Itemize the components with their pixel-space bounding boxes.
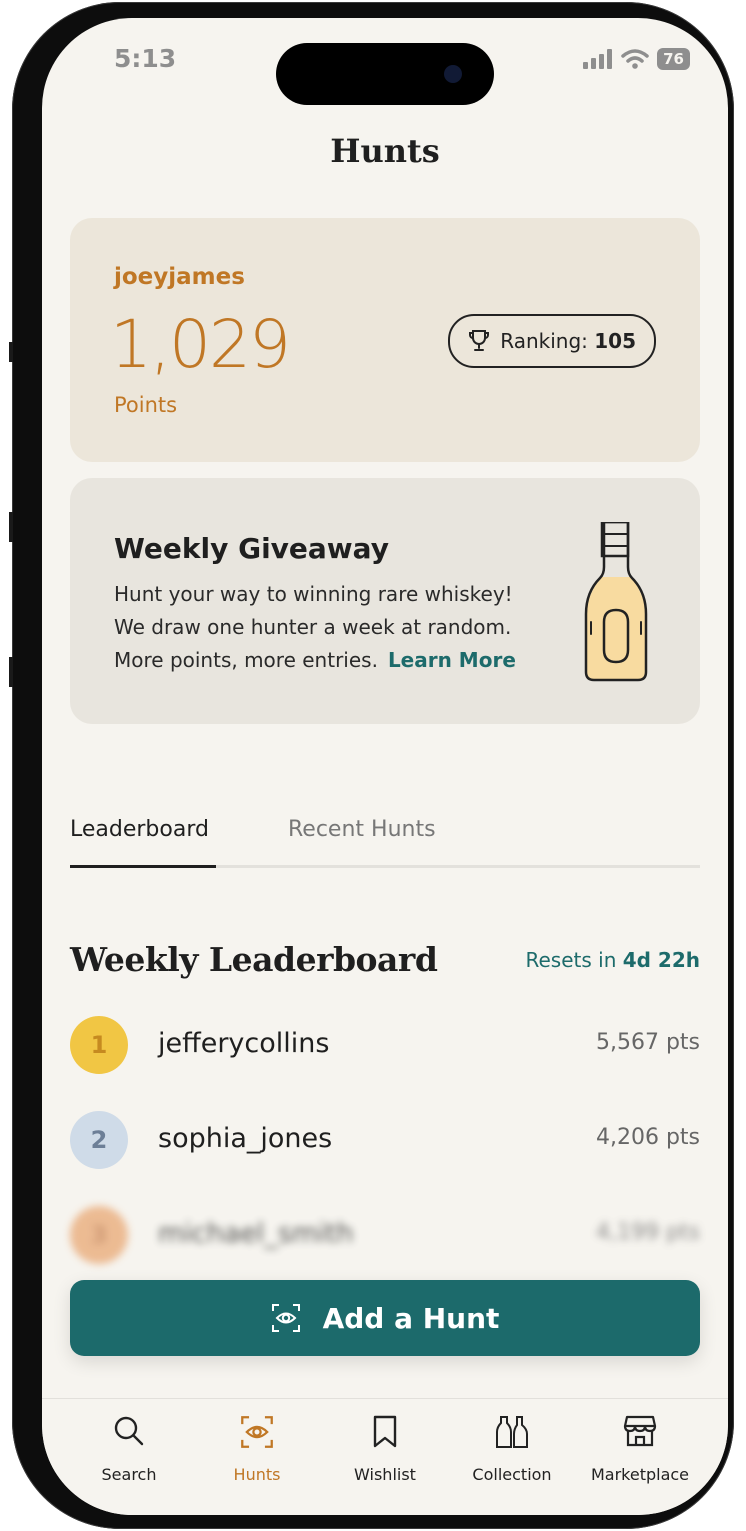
leaderboard-row[interactable]: 1 jefferycollins 5,567 pts bbox=[70, 1016, 700, 1076]
giveaway-card: Weekly Giveaway Hunt your way to winning… bbox=[70, 478, 700, 724]
nav-label: Hunts bbox=[233, 1465, 281, 1484]
rank-badge: 2 bbox=[70, 1111, 128, 1169]
battery-indicator: 76 bbox=[657, 48, 690, 70]
storefront-icon bbox=[623, 1415, 657, 1447]
tab-bar: Leaderboard Recent Hunts bbox=[70, 813, 700, 868]
nav-label: Search bbox=[101, 1465, 157, 1484]
page-title: Hunts bbox=[330, 132, 440, 170]
points-label: Points bbox=[114, 393, 178, 417]
ranking-label: Ranking: bbox=[500, 329, 588, 353]
side-button bbox=[9, 342, 13, 362]
status-icons: 76 bbox=[583, 48, 690, 70]
nav-label: Marketplace bbox=[590, 1465, 690, 1484]
reset-label: Resets in bbox=[525, 948, 617, 972]
learn-more-link[interactable]: Learn More bbox=[388, 648, 516, 672]
leaderboard-row[interactable]: 3 michael_smith 4,199 pts bbox=[70, 1206, 700, 1266]
bookmark-icon bbox=[373, 1415, 397, 1448]
side-button bbox=[9, 657, 13, 687]
nav-label: Wishlist bbox=[354, 1465, 416, 1484]
nav-marketplace[interactable]: Marketplace bbox=[580, 1415, 700, 1484]
eye-scan-icon bbox=[271, 1304, 300, 1332]
giveaway-line: We draw one hunter a week at random. bbox=[114, 615, 512, 639]
camera-icon bbox=[444, 65, 462, 83]
reset-value: 4d 22h bbox=[622, 948, 700, 972]
tab-leaderboard[interactable]: Leaderboard bbox=[70, 817, 209, 842]
leaderboard-row[interactable]: 2 sophia_jones 4,206 pts bbox=[70, 1111, 700, 1171]
whiskey-bottle-icon bbox=[584, 522, 648, 682]
rank-badge: 3 bbox=[70, 1206, 128, 1264]
add-hunt-button[interactable]: Add a Hunt bbox=[70, 1280, 700, 1356]
app-screen: 5:13 76 Hunts joeyjames 1,029 Points Ran… bbox=[42, 18, 728, 1515]
leaderboard-points: 5,567 pts bbox=[595, 1030, 700, 1055]
nav-collection[interactable]: Collection bbox=[452, 1415, 572, 1484]
giveaway-title: Weekly Giveaway bbox=[114, 532, 389, 565]
username: joeyjames bbox=[114, 264, 245, 290]
status-time: 5:13 bbox=[114, 44, 177, 73]
signal-icon bbox=[583, 49, 613, 69]
wifi-icon bbox=[621, 49, 649, 69]
trophy-icon bbox=[469, 330, 490, 351]
dynamic-island bbox=[276, 43, 494, 105]
leaderboard-name: michael_smith bbox=[158, 1218, 354, 1249]
side-button bbox=[9, 512, 13, 542]
giveaway-description: Hunt your way to winning rare whiskey! W… bbox=[114, 578, 516, 677]
giveaway-line: Hunt your way to winning rare whiskey! bbox=[114, 582, 513, 606]
points-card: joeyjames 1,029 Points Ranking: 105 bbox=[70, 218, 700, 462]
nav-wishlist[interactable]: Wishlist bbox=[325, 1415, 445, 1484]
rank-badge: 1 bbox=[70, 1016, 128, 1074]
leaderboard-title: Weekly Leaderboard bbox=[70, 940, 438, 979]
ranking-value: 105 bbox=[594, 329, 636, 353]
eye-scan-icon bbox=[241, 1416, 273, 1448]
leaderboard-name: sophia_jones bbox=[158, 1123, 333, 1154]
ranking-badge[interactable]: Ranking: 105 bbox=[448, 314, 656, 368]
add-hunt-label: Add a Hunt bbox=[322, 1301, 500, 1335]
phone-frame: 5:13 76 Hunts joeyjames 1,029 Points Ran… bbox=[9, 2, 734, 1529]
nav-hunts[interactable]: Hunts bbox=[197, 1415, 317, 1484]
search-icon bbox=[114, 1416, 144, 1446]
bottles-icon bbox=[496, 1416, 528, 1448]
tab-active-indicator bbox=[70, 865, 216, 868]
tab-recent-hunts[interactable]: Recent Hunts bbox=[288, 817, 436, 842]
giveaway-line: More points, more entries. bbox=[114, 648, 378, 672]
leaderboard-points: 4,199 pts bbox=[595, 1220, 700, 1245]
nav-search[interactable]: Search bbox=[69, 1415, 189, 1484]
leaderboard-name: jefferycollins bbox=[158, 1028, 330, 1059]
bottom-nav: Search Hunts Wishlist Collection Marketp… bbox=[42, 1398, 728, 1515]
leaderboard-points: 4,206 pts bbox=[595, 1125, 700, 1150]
nav-label: Collection bbox=[472, 1465, 552, 1484]
leaderboard-reset: Resets in 4d 22h bbox=[525, 948, 700, 972]
points-value: 1,029 bbox=[110, 306, 291, 383]
